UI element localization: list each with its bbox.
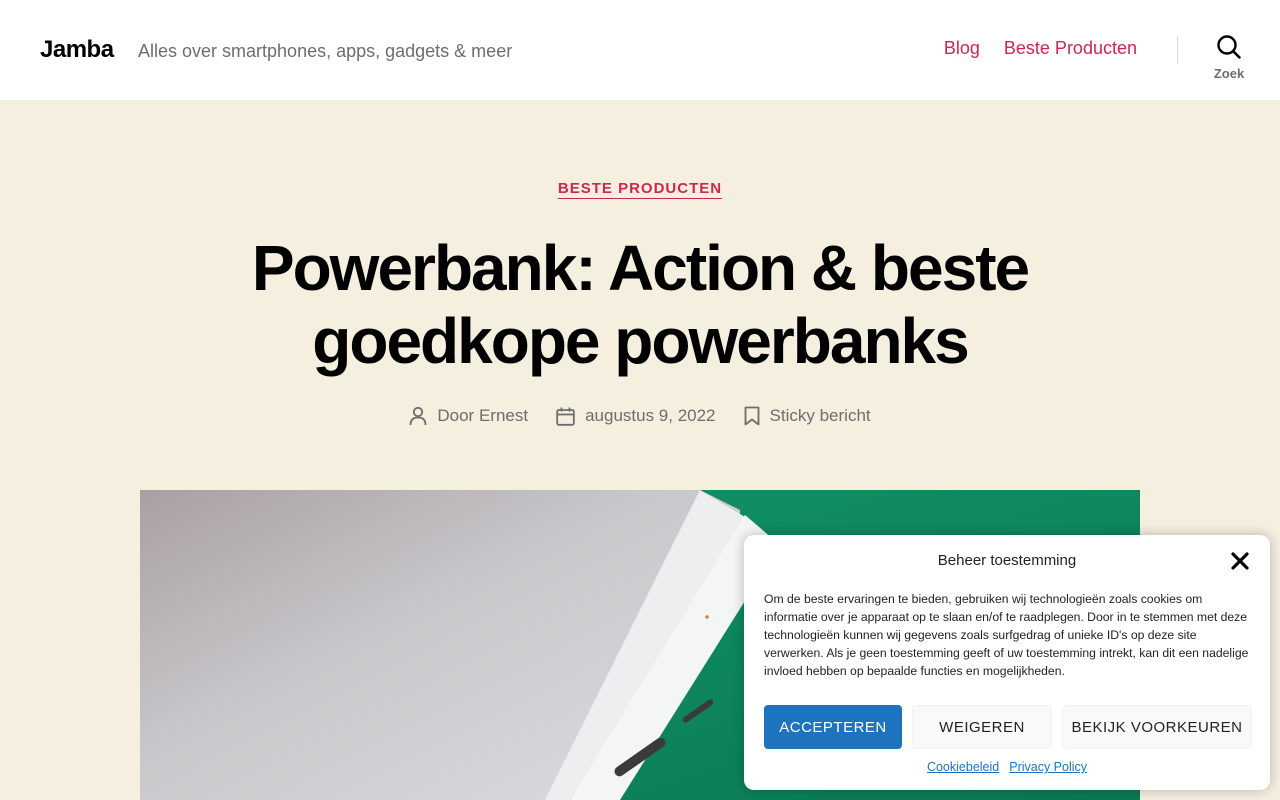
consent-buttons: ACCEPTEREN WEIGEREN BEKIJK VOORKEUREN <box>764 705 1252 749</box>
calendar-icon <box>556 407 575 426</box>
search-toggle-button[interactable]: Zoek <box>1202 34 1256 86</box>
search-label: Zoek <box>1213 66 1245 81</box>
post-meta: Door Ernest augustus 9, 2022 Sticky beri… <box>0 406 1280 426</box>
user-icon <box>409 406 427 426</box>
cookie-policy-link[interactable]: Cookiebeleid <box>927 760 999 774</box>
sticky-label: Sticky bericht <box>769 406 871 425</box>
privacy-policy-link[interactable]: Privacy Policy <box>1009 760 1087 774</box>
author-link[interactable]: Door Ernest <box>437 406 528 426</box>
bookmark-icon <box>744 406 760 426</box>
search-icon <box>1202 34 1256 60</box>
cookie-consent-dialog: Beheer toestemming Om de beste ervaringe… <box>744 535 1270 790</box>
post-sticky: Sticky bericht <box>744 406 871 426</box>
close-icon[interactable] <box>1228 549 1252 573</box>
site-header: Jamba Alles over smartphones, apps, gadg… <box>0 0 1280 100</box>
nav-item-beste-producten[interactable]: Beste Producten <box>1004 38 1137 59</box>
consent-text: Om de beste ervaringen te bieden, gebrui… <box>764 592 1249 678</box>
consent-title: Beheer toestemming <box>937 552 1077 569</box>
category-link[interactable]: BESTE PRODUCTEN <box>557 180 723 199</box>
deny-button[interactable]: WEIGEREN <box>912 705 1052 749</box>
site-tagline: Alles over smartphones, apps, gadgets & … <box>138 41 513 61</box>
date-link[interactable]: augustus 9, 2022 <box>585 406 715 426</box>
accept-button[interactable]: ACCEPTEREN <box>764 705 902 749</box>
post-date: augustus 9, 2022 <box>556 406 716 426</box>
view-preferences-button[interactable]: BEKIJK VOORKEUREN <box>1062 705 1252 749</box>
post-author: Door Ernest <box>409 406 528 426</box>
nav-divider <box>1177 36 1178 64</box>
post-category: BESTE PRODUCTEN <box>0 180 1280 199</box>
nav-item-blog[interactable]: Blog <box>944 38 980 59</box>
consent-links: Cookiebeleid Privacy Policy <box>744 760 1270 774</box>
site-title[interactable]: Jamba <box>40 36 114 64</box>
post-title: Powerbank: Action & beste goedkope power… <box>251 232 1030 377</box>
primary-nav: Blog Beste Producten <box>944 38 1137 59</box>
